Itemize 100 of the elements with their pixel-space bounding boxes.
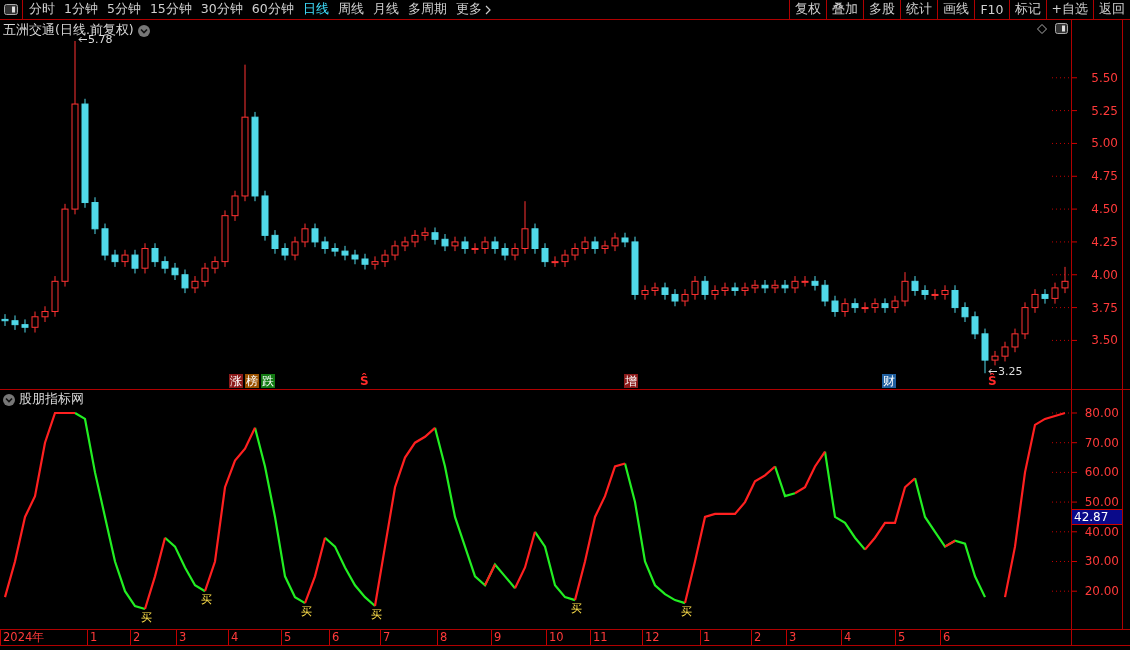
period-tab[interactable]: 30分钟 [200,1,243,18]
candlestick [941,284,949,301]
date-label: 3 [786,630,797,645]
candlestick [321,236,329,255]
date-label: 9 [491,630,502,645]
toolbar-button[interactable]: 标记 [1008,0,1046,19]
period-tab[interactable]: 多周期 [407,1,447,18]
candlestick [141,242,149,274]
period-tab[interactable]: 5分钟 [106,1,141,18]
candlestick [791,275,799,294]
chevron-icon [484,4,491,15]
toolbar-button[interactable]: 统计 [900,0,938,19]
candlestick [521,200,529,255]
candlestick [951,284,959,314]
period-tab[interactable]: 分时 [29,1,55,18]
event-badge[interactable]: 财 [882,374,896,388]
event-badge[interactable]: 增 [624,374,638,388]
panel-toggle-icon[interactable] [1055,23,1068,34]
axis-label: 20.00 [1084,584,1119,599]
candlestick [1,313,9,327]
date-label: 3 [176,630,187,645]
candlestick [771,279,779,294]
candlestick [841,297,849,318]
candlestick [231,190,239,222]
period-tab[interactable]: 更多 [455,1,491,18]
candlestick [161,255,169,274]
candlestick [961,301,969,323]
candlestick [661,282,669,301]
candlestick [391,240,399,261]
candlestick [621,232,629,248]
date-label: 5 [895,630,906,645]
date-label: 12 [642,630,660,645]
axis-label: 3.75 [1091,300,1118,315]
candlestick [441,233,449,252]
period-tab[interactable]: 月线 [372,1,399,18]
candlestick [691,275,699,301]
panel-toggle-icon[interactable] [4,4,18,15]
arrow-icon [78,36,87,43]
period-tab[interactable]: 15分钟 [149,1,192,18]
candlestick [371,255,379,270]
candlestick [831,295,839,318]
buy-signal: 买 [571,603,582,616]
candlestick [121,249,129,268]
axis-label: 80.00 [1084,406,1119,420]
date-label: 2 [130,630,141,645]
date-label: 6 [940,630,951,645]
period-tab[interactable]: 周线 [337,1,364,18]
candlestick [491,236,499,255]
candlestick [541,242,549,268]
toolbar-button[interactable]: 返回 [1093,0,1130,19]
dropdown-icon[interactable] [137,24,150,37]
candlestick [861,301,869,314]
period-tab[interactable]: 日线 [302,1,329,18]
diamond-icon[interactable] [1037,23,1047,34]
candlestick [801,275,809,288]
toolbar-button[interactable]: +自选 [1045,0,1093,19]
candlestick [11,314,19,331]
candlestick [361,253,369,270]
date-label: 10 [546,630,564,645]
candlestick [531,223,539,255]
buy-signal: 买 [141,612,152,624]
toolbar-button[interactable]: 画线 [937,0,975,19]
candlestick [1031,288,1039,314]
date-label: 2 [751,630,762,645]
axis-label: 50.00 [1084,495,1119,510]
axis-label: 60.00 [1084,465,1119,480]
toolbar-button[interactable]: F10 [974,0,1009,19]
event-badge[interactable]: 涨 [229,374,243,388]
candlestick [751,279,759,294]
candlestick [301,223,309,248]
candlestick [381,249,389,268]
event-glyph[interactable]: Ŝ [987,374,998,388]
candlestick [31,311,39,334]
toolbar-button[interactable]: 复权 [789,0,827,19]
date-label: 5 [281,630,292,645]
candlestick [761,279,769,294]
candlestick [351,249,359,265]
candlestick [431,226,439,246]
candlestick [341,245,349,261]
candlestick [551,255,559,268]
event-badge[interactable]: 榜 [245,374,259,388]
event-glyph[interactable]: Ŝ [359,374,370,388]
date-label: 1 [700,630,711,645]
candlestick [131,249,139,274]
period-tab[interactable]: 1分钟 [64,1,98,18]
axis-label: 4.75 [1091,169,1118,184]
toolbar-button[interactable]: 叠加 [826,0,864,19]
axis-label: 40.00 [1084,524,1119,539]
axis-label: 5.00 [1091,136,1118,151]
dropdown-icon[interactable] [3,393,15,406]
indicator-title: 股朋指标网 [19,391,84,408]
candlestick [601,240,609,255]
toolbar-button[interactable]: 多股 [863,0,901,19]
current-value-label: 42.87 [1072,509,1122,525]
candlestick [921,284,929,301]
period-tab[interactable]: 60分钟 [251,1,294,18]
axis-label: 30.00 [1084,554,1119,569]
event-badge[interactable]: 跌 [261,374,275,388]
candlestick [1061,266,1069,294]
axis-label: 4.00 [1091,267,1118,282]
